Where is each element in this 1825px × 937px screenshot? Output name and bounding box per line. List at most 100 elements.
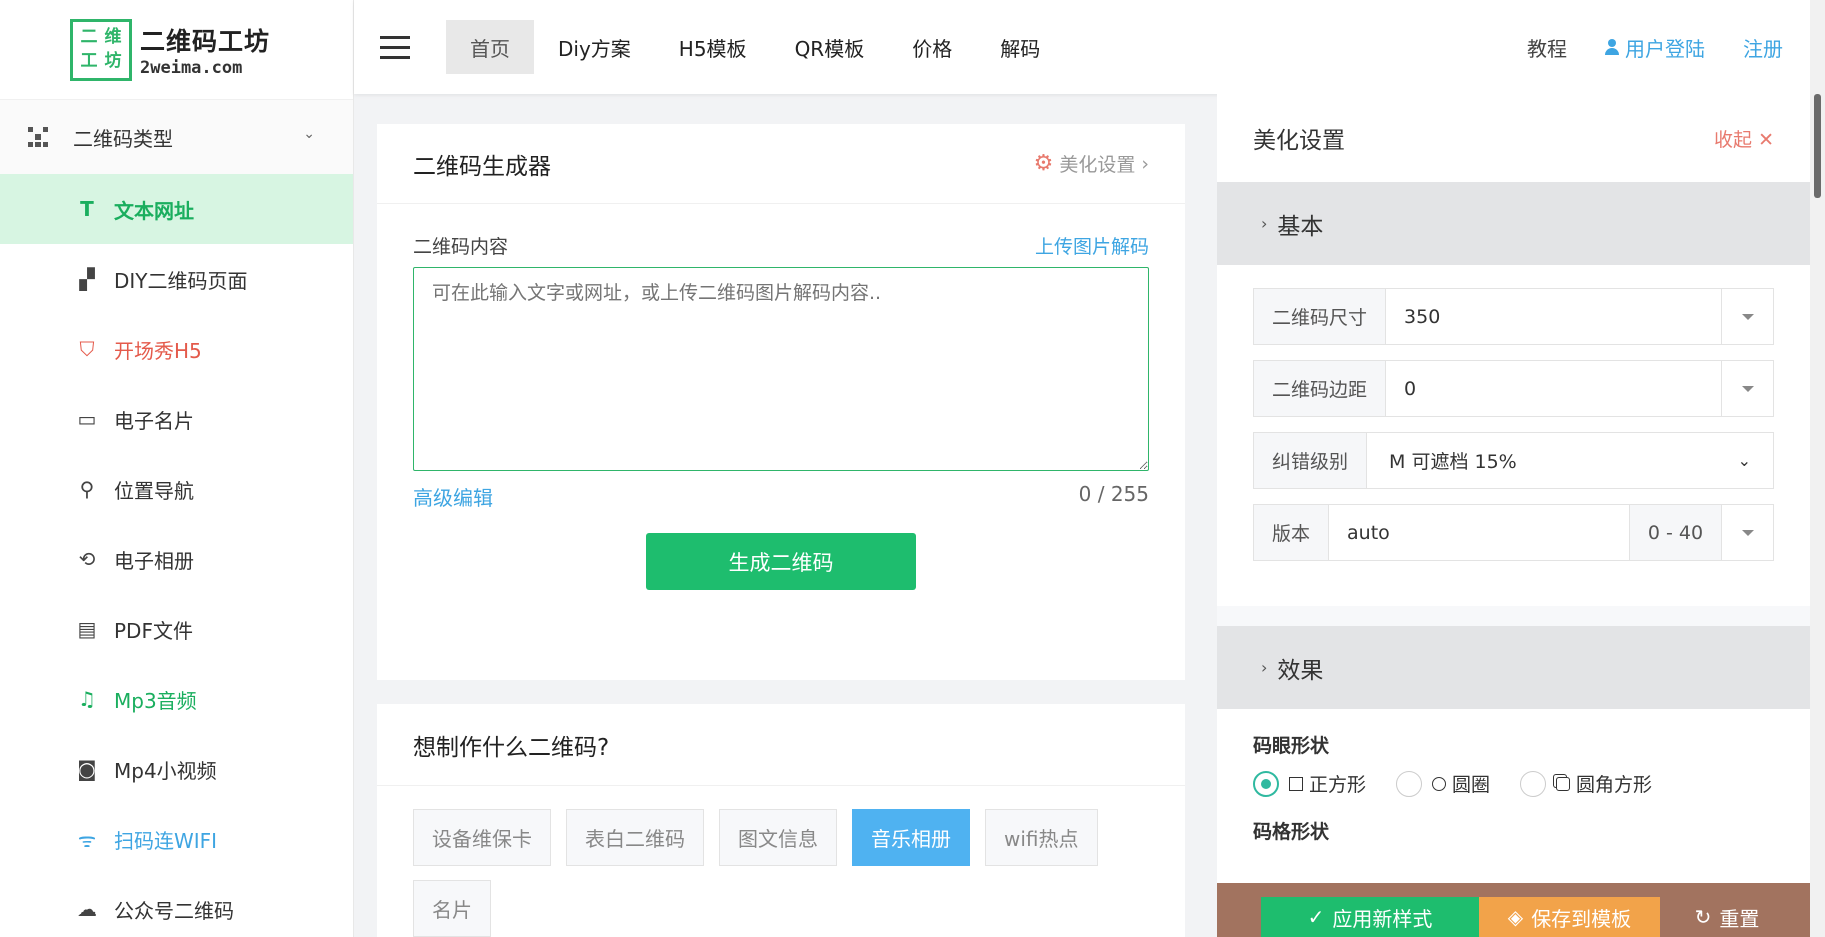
sidebar-item-label: 公众号二维码 (114, 898, 234, 923)
qr-content-textarea[interactable] (413, 267, 1149, 471)
sidebar-item-label: 位置导航 (114, 478, 194, 503)
eye-shape-rounded[interactable]: 圆角方形 (1520, 770, 1652, 797)
qr-size-field: 二维码尺寸 350 (1253, 288, 1774, 345)
tag-item[interactable]: 设备维保卡 (413, 809, 551, 866)
sidebar-item-pdf[interactable]: ▤ PDF文件 (0, 594, 353, 664)
tag-list: 设备维保卡 表白二维码 图文信息 音乐相册 wifi热点 名片 (413, 809, 1153, 937)
sidebar-item-diy-page[interactable]: ▞ DIY二维码页面 (0, 244, 353, 314)
apply-style-button[interactable]: ✓ 应用新样式 (1261, 897, 1479, 937)
location-icon: ⚲ (79, 477, 95, 501)
upload-decode-link[interactable]: 上传图片解码 (1035, 232, 1149, 259)
option-label: 圆角方形 (1576, 774, 1653, 796)
field-label: 二维码尺寸 (1254, 289, 1387, 344)
sidebar-item-h5[interactable]: ⛉ 开场秀H5 (0, 314, 353, 384)
tag-item[interactable]: 表白二维码 (566, 809, 704, 866)
section-title: 基本 (1277, 213, 1324, 240)
sidebar-item-text-url[interactable]: T 文本网址 (0, 174, 353, 244)
radio[interactable] (1520, 770, 1547, 797)
html5-icon: ⛉ (79, 337, 95, 361)
chevron-right-icon: › (1141, 152, 1149, 175)
logo-char: 维 (104, 27, 122, 47)
grid-shape-title: 码格形状 (1253, 821, 1330, 843)
reset-button[interactable]: ↻ 重置 (1677, 897, 1777, 937)
id-card-icon: ▭ (77, 407, 97, 431)
text-icon: T (80, 197, 94, 221)
radio[interactable] (1396, 770, 1423, 797)
option-label: 圆圈 (1452, 774, 1491, 796)
nav-h5-templates[interactable]: H5模板 (655, 20, 771, 74)
eye-shape-square[interactable]: 正方形 (1253, 770, 1366, 797)
logo-char: 二 (80, 27, 98, 47)
field-label: 版本 (1254, 505, 1330, 560)
sidebar-item-wifi[interactable]: ᯤ 扫码连WIFI (0, 804, 353, 874)
register-link[interactable]: 注册 (1743, 33, 1783, 62)
user-icon (1605, 39, 1619, 55)
tag-item[interactable]: 图文信息 (719, 809, 837, 866)
ecc-level-select[interactable]: M 可遮档 15% ⌄ (1367, 433, 1773, 488)
wifi-icon: ᯤ (77, 827, 97, 852)
generate-qr-button[interactable]: 生成二维码 (646, 533, 916, 590)
page-scrollbar[interactable] (1810, 0, 1825, 937)
eye-shape-title: 码眼形状 (1253, 735, 1330, 757)
menu-toggle-icon[interactable] (380, 35, 410, 59)
sidebar-item-album[interactable]: ⟲ 电子相册 (0, 524, 353, 594)
sidebar-item-location[interactable]: ⚲ 位置导航 (0, 454, 353, 524)
qr-margin-field: 二维码边距 0 (1253, 360, 1774, 417)
section-effect-header[interactable]: › 效果 (1217, 626, 1810, 709)
version-input[interactable]: auto (1329, 505, 1629, 560)
version-field: 版本 auto 0 - 40 (1253, 504, 1774, 561)
field-label: 纠错级别 (1254, 433, 1368, 488)
action-bar: ✓ 应用新样式 ◈ 保存到模板 ↻ 重置 (1217, 883, 1810, 937)
dropdown-caret-icon[interactable] (1721, 289, 1773, 344)
chevron-down-icon: ⌄ (1737, 451, 1751, 470)
card-title: 二维码生成器 (413, 153, 551, 180)
dropdown-caret-icon[interactable] (1721, 361, 1773, 416)
section-basic-header[interactable]: › 基本 (1217, 182, 1810, 265)
scrollbar-thumb[interactable] (1814, 94, 1821, 198)
dropdown-caret-icon[interactable] (1721, 505, 1773, 560)
nav-qr-templates[interactable]: QR模板 (771, 20, 889, 74)
tag-item[interactable]: wifi热点 (985, 809, 1098, 866)
eye-shape-circle[interactable]: 圆圈 (1396, 770, 1490, 797)
sidebar-group-qr-types[interactable]: 二维码类型 ⌄ (0, 100, 353, 174)
login-link[interactable]: 用户登陆 (1605, 33, 1705, 62)
logo-char: 坊 (104, 51, 122, 71)
logo-char: 工 (80, 51, 98, 71)
sidebar-item-label: 文本网址 (114, 198, 194, 223)
save-template-button[interactable]: ◈ 保存到模板 (1479, 897, 1660, 937)
option-label: 正方形 (1309, 774, 1367, 796)
site-logo[interactable]: 二 维 工 坊 二维码工坊 2weima.com (0, 0, 353, 100)
sidebar-item-business-card[interactable]: ▭ 电子名片 (0, 384, 353, 454)
sidebar-item-wechat[interactable]: ☁ 公众号二维码 (0, 874, 353, 937)
sidebar-item-mp3[interactable]: ♫ Mp3音频 (0, 664, 353, 734)
tag-item-selected[interactable]: 音乐相册 (852, 809, 970, 866)
sidebar-item-mp4[interactable]: ◙ Mp4小视频 (0, 734, 353, 804)
nav-home[interactable]: 首页 (446, 20, 534, 74)
eye-shape-options: 正方形 圆圈 圆角方形 (1253, 770, 1810, 797)
tag-item[interactable]: 名片 (413, 880, 491, 937)
layout-icon: ▞ (79, 267, 95, 291)
advanced-edit-link[interactable]: 高级编辑 (413, 482, 493, 511)
panel-title: 美化设置 (1253, 128, 1345, 154)
section-divider (1217, 606, 1810, 626)
qr-margin-input[interactable]: 0 (1386, 361, 1721, 416)
collapse-button[interactable]: 收起 ✕ (1714, 125, 1774, 152)
chevron-right-icon: › (1261, 658, 1268, 677)
tutorial-link[interactable]: 教程 (1527, 33, 1567, 62)
qr-size-input[interactable]: 350 (1386, 289, 1721, 344)
beautify-label: 美化设置 (1059, 154, 1136, 176)
logo-domain: 2weima.com (140, 57, 243, 78)
qrcode-icon (28, 127, 48, 147)
radio-checked[interactable] (1253, 770, 1279, 797)
logo-title: 二维码工坊 (140, 26, 271, 56)
camera-icon: ◙ (77, 757, 97, 781)
qr-suggestions-card: 想制作什么二维码? 设备维保卡 表白二维码 图文信息 音乐相册 wifi热点 名… (377, 704, 1185, 937)
nav-decode[interactable]: 解码 (976, 20, 1064, 74)
reset-icon: ↻ (1694, 905, 1712, 929)
field-label: 二维码边距 (1254, 361, 1387, 416)
content-label: 二维码内容 (413, 236, 509, 258)
beautify-settings-link[interactable]: ⚙ 美化设置 › (1034, 150, 1149, 177)
circle-icon (1432, 776, 1447, 791)
nav-pricing[interactable]: 价格 (888, 20, 976, 74)
nav-diy[interactable]: Diy方案 (534, 20, 655, 74)
